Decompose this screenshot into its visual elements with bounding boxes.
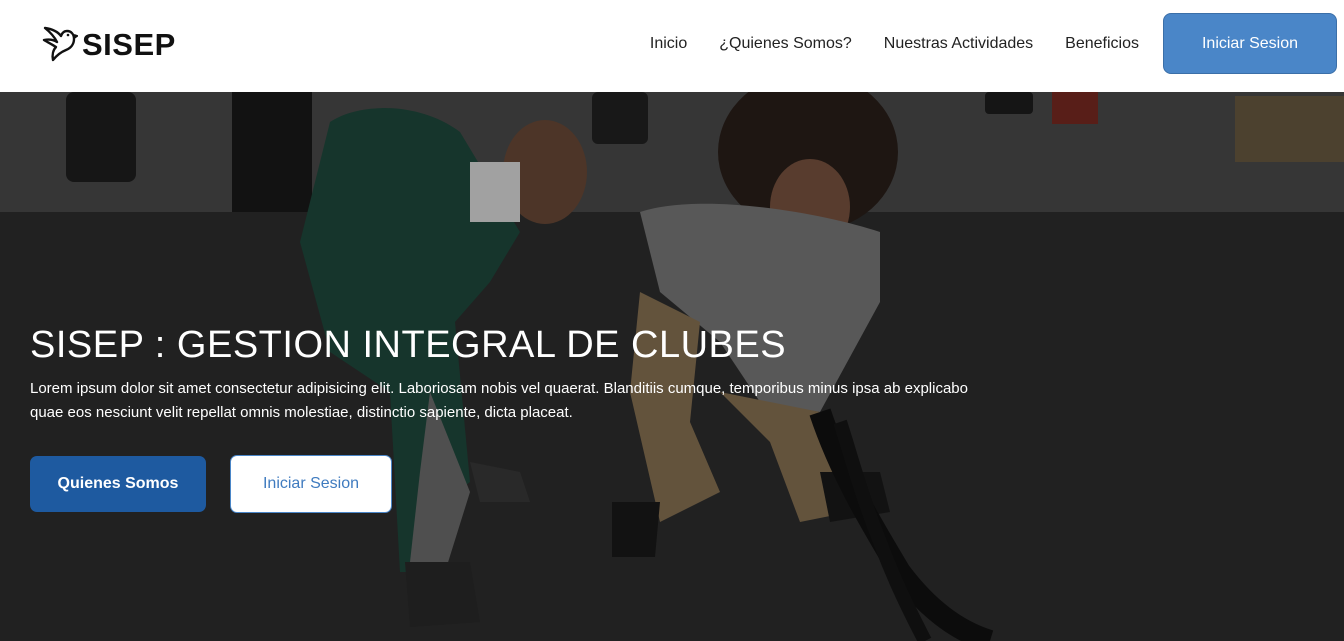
brand-logo[interactable]: SISEP xyxy=(40,22,176,67)
main-nav: Inicio ¿Quienes Somos? Nuestras Activida… xyxy=(650,34,1139,54)
site-header: SISEP Inicio ¿Quienes Somos? Nuestras Ac… xyxy=(0,0,1344,92)
hero-description: Lorem ipsum dolor sit amet consectetur a… xyxy=(30,380,968,421)
nav-quienes-somos[interactable]: ¿Quienes Somos? xyxy=(719,34,852,54)
hero-login-button[interactable]: Iniciar Sesion xyxy=(230,455,392,513)
nav-nuestras-actividades[interactable]: Nuestras Actividades xyxy=(884,34,1033,54)
nav-inicio[interactable]: Inicio xyxy=(650,34,687,54)
brand-name: SISEP xyxy=(82,26,176,62)
quienes-somos-button[interactable]: Quienes Somos xyxy=(30,456,206,512)
dove-icon xyxy=(40,22,80,67)
nav-beneficios[interactable]: Beneficios xyxy=(1065,34,1139,54)
hero-section: SISEP : GESTION INTEGRAL DE CLUBES Lorem… xyxy=(0,92,1344,641)
header-login-button[interactable]: Iniciar Sesion xyxy=(1163,13,1337,74)
hero-title: SISEP : GESTION INTEGRAL DE CLUBES xyxy=(30,324,787,366)
